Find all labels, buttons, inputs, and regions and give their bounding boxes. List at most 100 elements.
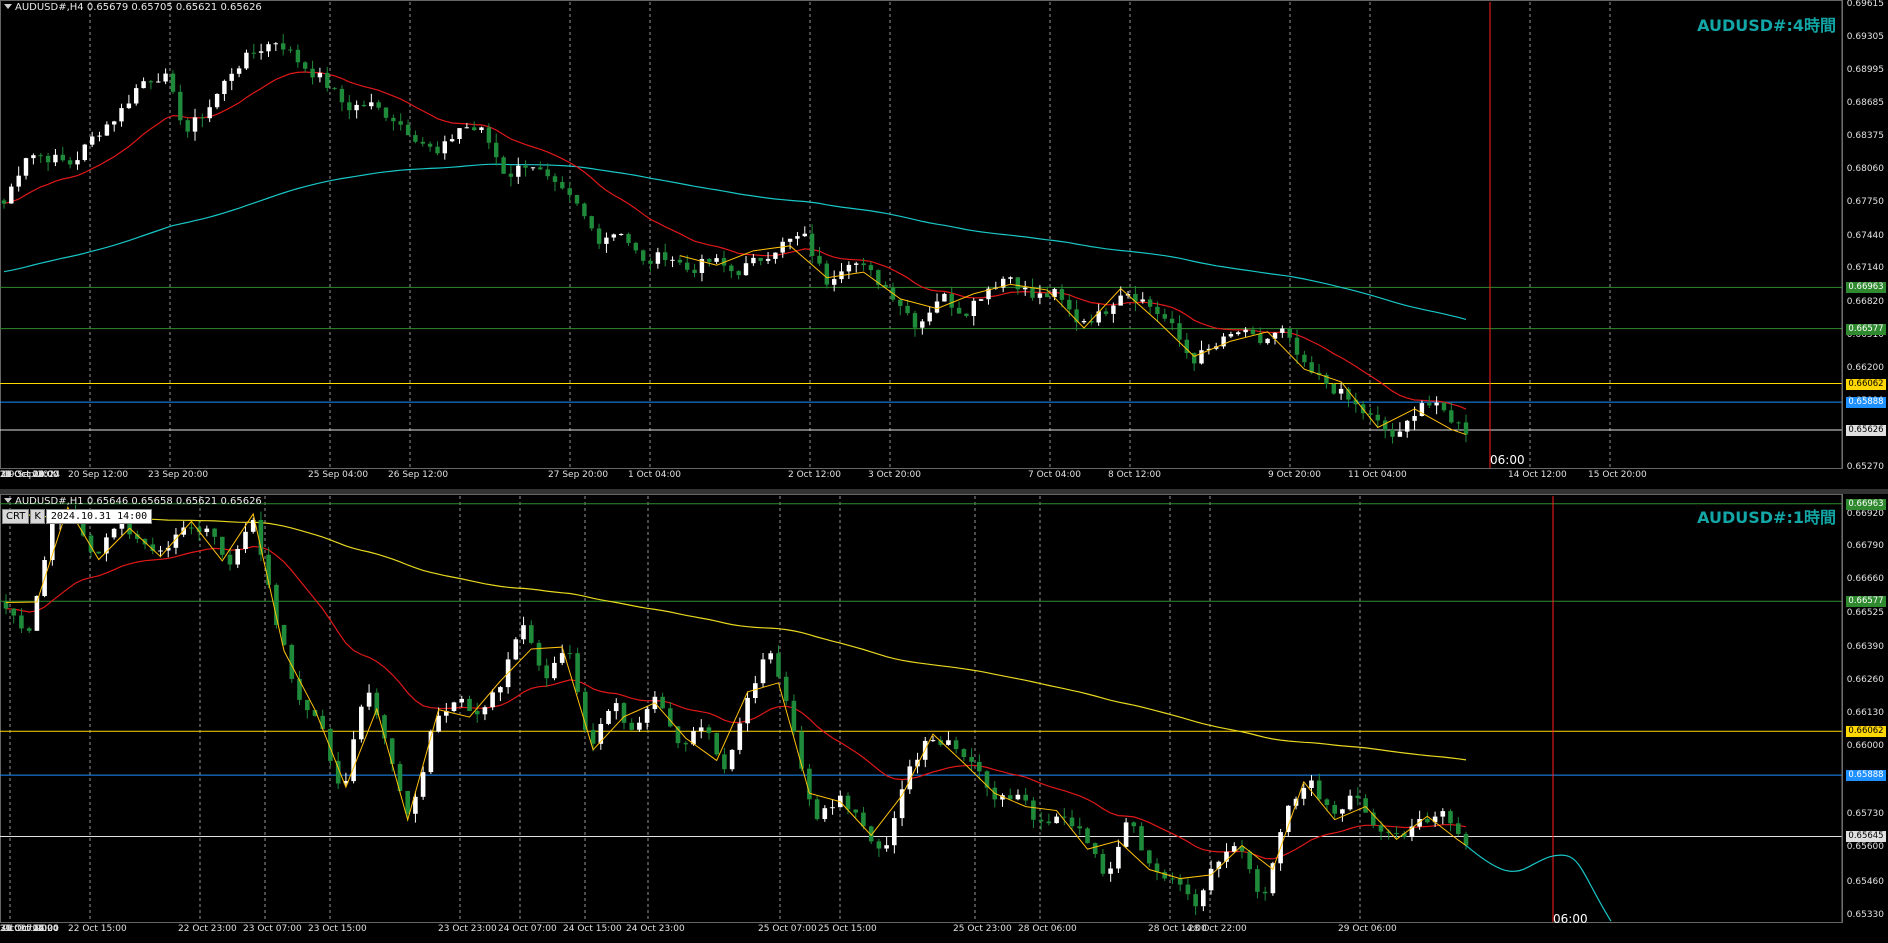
candle-body xyxy=(544,665,549,679)
time-axis-label: 14 Oct 12:00 xyxy=(1508,470,1567,480)
candle-body xyxy=(119,523,125,529)
candle-body xyxy=(773,252,778,259)
candle-body xyxy=(273,43,278,45)
candle-body xyxy=(1038,819,1044,822)
candle-body xyxy=(1037,293,1043,298)
candle-body xyxy=(258,51,264,53)
candle-body xyxy=(449,139,455,142)
candle-body xyxy=(464,127,469,129)
candle-body xyxy=(235,549,240,565)
candle-body xyxy=(1100,854,1106,874)
candle-body xyxy=(1236,332,1241,335)
candle-body xyxy=(648,260,653,264)
candle-body xyxy=(824,263,829,285)
candle-body xyxy=(1085,828,1090,844)
candle-body xyxy=(457,128,462,139)
time-axis-label: 2 Oct 12:00 xyxy=(788,470,841,480)
h1-chart-canvas[interactable] xyxy=(0,494,1888,943)
price-axis-label: 0.66390 xyxy=(1846,642,1884,652)
candle-body xyxy=(1434,402,1439,406)
candle-body xyxy=(67,160,73,165)
candle-body xyxy=(442,141,447,154)
h1-watermark: AUDUSD#:1時間 xyxy=(1697,508,1836,527)
candle-body xyxy=(758,257,763,261)
candle-body xyxy=(1118,295,1123,306)
candle-body xyxy=(494,142,499,158)
candle-body xyxy=(949,293,954,308)
candle-body xyxy=(677,259,683,263)
candle-body xyxy=(436,715,441,732)
candle-body xyxy=(765,258,771,261)
collapse-triangle-icon[interactable] xyxy=(4,4,12,9)
candle-body xyxy=(220,536,225,555)
candle-body xyxy=(53,154,58,163)
candle-body xyxy=(802,233,807,237)
candle-body xyxy=(420,772,426,797)
candle-body xyxy=(1456,823,1461,834)
candle-body xyxy=(582,203,587,217)
candle-body xyxy=(1390,429,1395,437)
candle-body xyxy=(1378,825,1384,832)
price-axis-label: 0.66790 xyxy=(1846,541,1884,551)
time-axis-label: 8 Oct 12:00 xyxy=(1108,470,1161,480)
candle-body xyxy=(376,102,381,108)
crt-k-button[interactable]: K xyxy=(30,509,45,524)
candle-body xyxy=(134,88,139,104)
level-price-tag: 0.65645 xyxy=(1846,831,1886,842)
candle-body xyxy=(575,653,580,692)
candle-body xyxy=(1177,878,1183,885)
candle-body xyxy=(178,91,183,121)
candle-body xyxy=(529,625,534,643)
crt-indicator[interactable]: CRT K 2024.10.31 14:00 xyxy=(2,509,153,524)
time-axis-label: 29 Oct 06:00 xyxy=(1338,924,1397,934)
candle-body xyxy=(736,271,741,276)
candle-body xyxy=(207,107,212,119)
candle-body xyxy=(1255,869,1260,892)
candle-body xyxy=(1208,868,1214,891)
candle-body xyxy=(846,264,852,272)
crt-button[interactable]: CRT xyxy=(2,509,30,524)
candle-body xyxy=(1441,402,1447,411)
candle-body xyxy=(413,135,418,142)
time-axis-label: 23 Oct 15:00 xyxy=(308,924,367,934)
time-axis-label: 9 Oct 20:00 xyxy=(1268,470,1321,480)
candle-body xyxy=(317,72,323,78)
price-axis-label: 0.69615 xyxy=(1846,0,1884,9)
candle-body xyxy=(1355,795,1361,799)
candle-body xyxy=(281,43,286,50)
candle-body xyxy=(1096,311,1101,323)
candle-body xyxy=(361,104,367,107)
candle-body xyxy=(1425,819,1430,823)
candle-body xyxy=(297,678,302,700)
h1-chart-pane[interactable]: AUDUSD#,H1 0.65646 0.65658 0.65621 0.656… xyxy=(0,494,1888,943)
candle-body xyxy=(351,739,356,782)
candle-body xyxy=(574,195,580,204)
h4-header-text: AUDUSD#,H4 0.65679 0.65705 0.65621 0.656… xyxy=(15,2,262,13)
candle-body xyxy=(1258,334,1263,343)
time-axis-label: 28 Oct 06:00 xyxy=(1018,924,1077,934)
candle-body xyxy=(227,554,233,565)
time-axis-label: 31 Oct 06:00 xyxy=(0,924,59,934)
candle-body xyxy=(641,250,646,261)
candle-body xyxy=(1030,287,1035,298)
h4-watermark: AUDUSD#:4時間 xyxy=(1697,16,1836,35)
candle-body xyxy=(530,167,536,169)
candle-body xyxy=(1,200,7,204)
candle-body xyxy=(75,160,80,165)
candle-body xyxy=(961,749,967,757)
candle-body xyxy=(683,743,689,745)
candle-body xyxy=(1228,334,1234,337)
candle-body xyxy=(729,265,734,272)
candle-body xyxy=(707,259,712,262)
price-axis-label: 0.68060 xyxy=(1846,164,1884,174)
candle-body xyxy=(1123,822,1129,847)
candle-body xyxy=(545,169,550,177)
collapse-triangle-icon[interactable] xyxy=(4,498,12,503)
h4-chart-pane[interactable]: AUDUSD#,H4 0.65679 0.65705 0.65621 0.656… xyxy=(0,0,1888,489)
candle-body xyxy=(920,321,925,328)
h4-chart-canvas[interactable] xyxy=(0,0,1888,489)
candle-body xyxy=(339,88,345,103)
candle-body xyxy=(868,265,874,271)
price-axis-label: 0.65730 xyxy=(1846,809,1884,819)
time-axis-label: 25 Oct 23:00 xyxy=(953,924,1012,934)
